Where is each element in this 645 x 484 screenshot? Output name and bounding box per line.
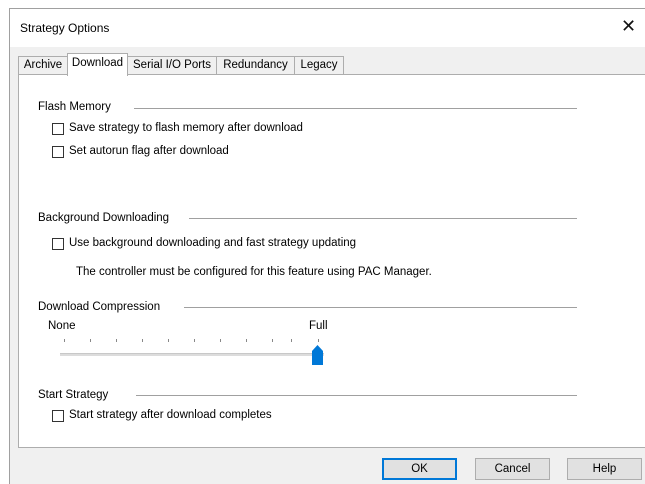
save-to-flash-label[interactable]: Save strategy to flash memory after down… xyxy=(69,122,303,134)
flash-memory-heading: Flash Memory xyxy=(38,101,111,113)
background-downloading-divider xyxy=(189,218,577,219)
start-after-download-label[interactable]: Start strategy after download completes xyxy=(69,409,272,421)
start-after-download-checkbox[interactable] xyxy=(52,410,64,422)
ok-button[interactable]: OK xyxy=(382,458,457,480)
dialog-title: Strategy Options xyxy=(20,21,110,35)
tab-legacy[interactable]: Legacy xyxy=(294,56,344,74)
close-icon: ✕ xyxy=(621,16,637,36)
autorun-flag-label[interactable]: Set autorun flag after download xyxy=(69,145,229,157)
cancel-button[interactable]: Cancel xyxy=(475,458,550,480)
slider-tick xyxy=(220,339,221,342)
tab-serial-io-ports[interactable]: Serial I/O Ports xyxy=(127,56,217,74)
download-tab-panel: Flash Memory Save strategy to flash memo… xyxy=(18,74,645,448)
tab-redundancy[interactable]: Redundancy xyxy=(216,56,295,74)
tab-download[interactable]: Download xyxy=(67,53,128,76)
use-background-label[interactable]: Use background downloading and fast stra… xyxy=(69,237,356,249)
close-button[interactable]: ✕ xyxy=(621,13,645,39)
slider-tick xyxy=(194,339,195,342)
slider-tick xyxy=(318,339,319,342)
slider-tick xyxy=(168,339,169,342)
slider-tick xyxy=(272,339,273,342)
strategy-options-dialog: Strategy Options ✕ Archive Download Seri… xyxy=(9,8,645,484)
slider-tick xyxy=(64,339,65,342)
use-background-checkbox[interactable] xyxy=(52,238,64,250)
slider-thumb[interactable] xyxy=(311,345,323,365)
help-button[interactable]: Help xyxy=(567,458,642,480)
background-downloading-heading: Background Downloading xyxy=(38,212,170,224)
slider-tick xyxy=(116,339,117,342)
start-strategy-divider xyxy=(136,395,577,396)
tab-archive[interactable]: Archive xyxy=(18,56,68,74)
download-compression-divider xyxy=(184,307,577,308)
start-strategy-heading: Start Strategy xyxy=(38,389,109,401)
compression-min-label: None xyxy=(48,320,76,332)
autorun-flag-checkbox[interactable] xyxy=(52,146,64,158)
slider-tick xyxy=(246,339,247,342)
flash-memory-divider xyxy=(134,108,577,109)
slider-tick xyxy=(142,339,143,342)
background-downloading-note: The controller must be configured for th… xyxy=(76,266,432,278)
slider-tick xyxy=(291,339,292,342)
download-compression-heading: Download Compression xyxy=(38,301,161,313)
save-to-flash-checkbox[interactable] xyxy=(52,123,64,135)
slider-track xyxy=(60,353,324,356)
slider-tick xyxy=(90,339,91,342)
title-bar: Strategy Options ✕ xyxy=(10,9,645,47)
compression-max-label: Full xyxy=(309,320,328,332)
